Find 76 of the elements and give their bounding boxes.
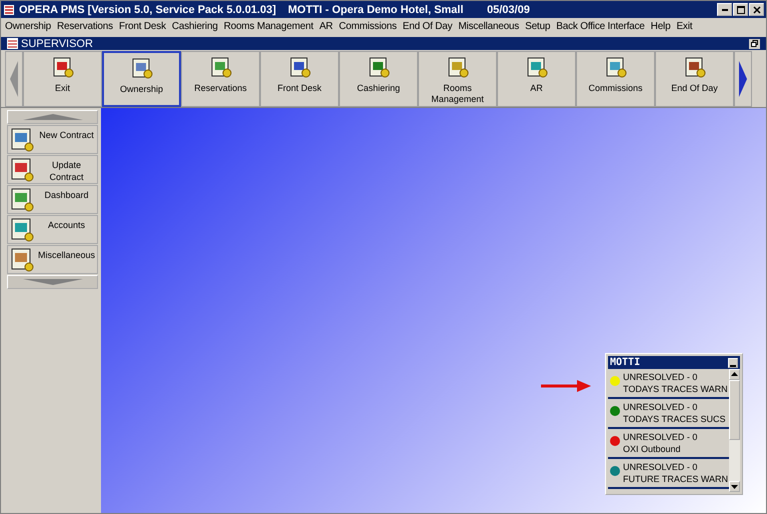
menu-item[interactable]: Rooms Management [224,21,314,32]
panel-title: MOTTI [610,357,640,368]
trace-label: FUTURE TRACES WARN [623,473,728,485]
toolbar-button[interactable]: AR [497,51,576,107]
module-icon [130,56,154,80]
menu-item[interactable]: Back Office Interface [556,21,645,32]
module-icon [524,55,548,79]
left-arrow-icon [10,61,18,97]
menu-item[interactable]: End Of Day [402,21,452,32]
status-count: UNRESOLVED - 0 [623,401,698,413]
minimize-button[interactable] [728,358,738,368]
up-arrow-icon [22,114,82,120]
business-date: 05/03/09 [487,4,531,16]
scroll-right-button[interactable] [734,51,752,107]
scroll-down-button[interactable] [7,275,98,289]
toolbar-button[interactable]: Front Desk [260,51,339,107]
close-button[interactable] [749,3,764,16]
sidebar-item[interactable]: Accounts [7,215,98,244]
menu-item[interactable]: Cashiering [172,21,218,32]
module-icon [208,55,232,79]
user-hotel: MOTTI - Opera Demo Hotel, Small [288,4,464,16]
right-arrow-icon [739,61,747,97]
menu-item[interactable]: Commissions [338,21,397,32]
toolbar-button[interactable]: Cashiering [339,51,418,107]
maximize-button[interactable] [733,3,748,16]
menu-item[interactable]: Reservations [57,21,113,32]
menu-item[interactable]: Help [650,21,670,32]
menu-item[interactable]: Front Desk [118,21,166,32]
scroll-up-button[interactable] [7,110,98,124]
sidebar-item[interactable]: Update Contract [7,155,98,184]
sidebar-item[interactable]: Miscellaneous [7,245,98,274]
menu-item[interactable]: AR [319,21,333,32]
menu-item[interactable]: Setup [525,21,550,32]
toolbar-button[interactable]: Ownership [102,51,181,107]
minimize-icon [722,8,728,10]
module-icon [604,55,628,79]
window-title: OPERA PMS [Version 5.0, Service Pack 5.0.01.03] [19,4,278,16]
menu-item[interactable]: Miscellaneous [458,21,520,32]
toolbar-button[interactable]: Commissions [576,51,655,107]
module-icon [50,55,74,79]
module-icon [682,55,706,79]
toolbar-button[interactable]: End Of Day [655,51,734,107]
module-icon [10,187,36,213]
sidebar-item[interactable]: Dashboard [7,185,98,214]
module-icon [10,217,36,243]
restore-button[interactable] [749,38,760,48]
restore-icon [751,40,758,47]
status-count: UNRESOLVED - 0 [623,461,698,473]
arrow-icon [541,380,591,392]
minimize-icon [730,364,736,366]
app-icon [3,4,15,16]
app-icon [7,38,18,49]
module-icon [10,157,36,183]
module-icon [288,55,312,79]
module-icon [10,247,36,273]
trace-label: TODAYS TRACES WARN [623,383,728,395]
subwindow-title: SUPERVISOR [21,38,94,50]
maximize-icon [736,6,744,14]
scrollbar[interactable] [729,369,740,492]
menu-item[interactable]: Ownership [5,21,51,32]
status-count: UNRESOLVED - 0 [623,371,698,383]
sidebar-item[interactable]: New Contract [7,125,98,154]
module-icon [10,127,36,153]
scroll-thumb[interactable] [729,380,740,440]
menu-item[interactable]: Exit [676,21,692,32]
module-icon [366,55,390,79]
module-icon [446,55,470,79]
status-count: UNRESOLVED - 0 [623,431,698,443]
toolbar-button[interactable]: Exit [23,51,102,107]
toolbar-button[interactable]: Reservations [181,51,260,107]
trace-label: TODAYS TRACES SUCS [623,413,726,425]
close-icon [752,6,760,14]
down-arrow-icon [22,279,82,285]
trace-label: OXI Outbound [623,443,682,455]
minimize-button[interactable] [717,3,732,16]
toolbar-button[interactable]: Rooms Management [418,51,497,107]
